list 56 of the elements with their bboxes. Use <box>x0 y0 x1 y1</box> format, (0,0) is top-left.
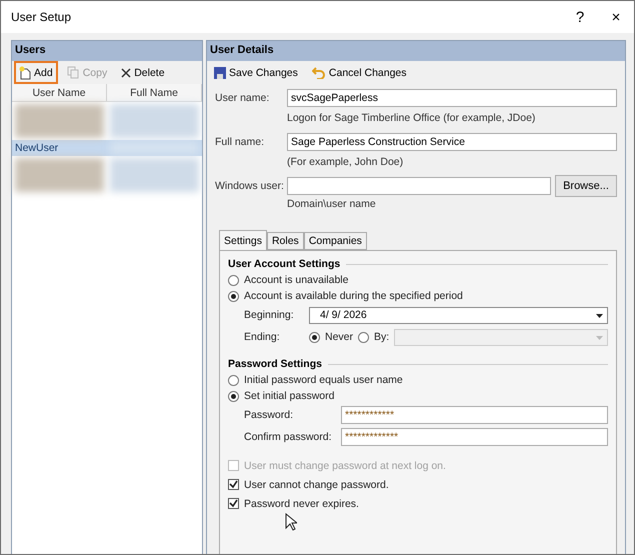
password-field[interactable]: ************ <box>341 406 608 424</box>
text-field[interactable]: Sage Paperless Construction Service <box>287 133 617 151</box>
help-button[interactable]: ? <box>562 1 598 33</box>
field-label: Full name: <box>215 136 266 148</box>
column-header[interactable]: User Name <box>12 84 107 101</box>
add-button[interactable]: Add <box>14 61 58 84</box>
field-label: Windows user: <box>215 180 285 192</box>
browse-button[interactable]: Browse... <box>555 175 617 197</box>
option-label: Account is unavailable <box>244 274 348 286</box>
radio-button[interactable] <box>228 274 239 286</box>
date-dropdown[interactable]: 4/ 9/ 2026 <box>309 306 608 324</box>
column-header[interactable]: Full Name <box>107 84 202 101</box>
delete-button[interactable]: Delete <box>116 61 170 84</box>
tab[interactable]: Companies <box>304 232 367 250</box>
tab[interactable]: Settings <box>219 230 267 250</box>
field-label: User name: <box>215 92 270 104</box>
close-icon <box>121 68 132 78</box>
option-label: Password never expires. <box>244 498 359 510</box>
panel-header: User Details <box>207 41 625 61</box>
field-label: Confirm password: <box>244 431 333 443</box>
field-label: Ending: <box>244 331 281 343</box>
save-button[interactable]: Save Changes <box>209 61 303 84</box>
window-title: User Setup <box>11 10 72 24</box>
new-page-icon <box>19 66 31 80</box>
option-label: Initial password equals user name <box>244 374 403 386</box>
checkbox[interactable] <box>228 498 239 509</box>
option-label: By: <box>374 331 390 343</box>
field-hint: (For example, John Doe) <box>287 155 404 170</box>
radio-button[interactable] <box>228 290 239 302</box>
radio-button[interactable] <box>228 390 239 402</box>
close-button[interactable]: × <box>598 1 634 33</box>
radio-button[interactable] <box>309 332 320 342</box>
text-field[interactable] <box>287 177 551 195</box>
user-row[interactable]: NewUser <box>12 140 202 156</box>
radio-button[interactable] <box>228 374 239 386</box>
option-label: User must change password at next log on. <box>244 460 446 472</box>
section-title: User Account Settings <box>228 258 340 270</box>
cancel-button[interactable]: Cancel Changes <box>306 61 412 84</box>
mouse-cursor-icon <box>285 513 297 531</box>
checkbox[interactable] <box>228 479 239 490</box>
copy-icon <box>66 66 80 79</box>
option-label: User cannot change password. <box>244 478 389 490</box>
field-label: Beginning: <box>244 309 295 321</box>
password-field[interactable]: ************* <box>341 428 608 446</box>
field-hint: Domain\user name <box>287 197 377 212</box>
undo-arrow-icon <box>312 66 326 78</box>
section-title: Password Settings <box>228 358 322 370</box>
option-label: Account is available during the specified period <box>244 290 463 302</box>
option-label: Never <box>325 331 354 343</box>
tab[interactable]: Roles <box>266 232 304 250</box>
panel-header: Users <box>12 41 202 61</box>
field-label: Password: <box>244 409 294 421</box>
option-label: Set initial password <box>244 390 334 402</box>
field-hint: Logon for Sage Timberline Office (for example, JDoe) <box>287 111 536 126</box>
text-field[interactable]: svcSagePaperless <box>287 89 617 107</box>
radio-button[interactable] <box>358 332 370 342</box>
